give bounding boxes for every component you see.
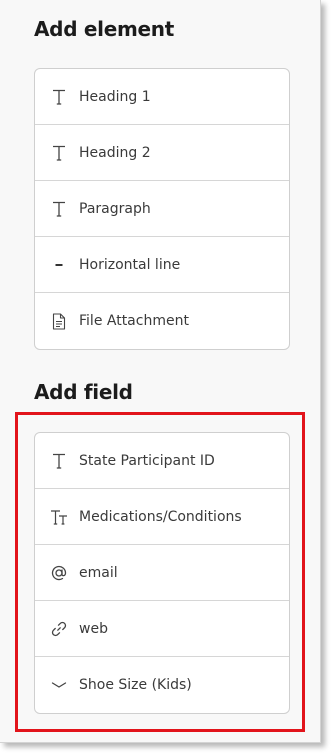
- link-icon: [50, 621, 68, 637]
- field-item-email[interactable]: email: [35, 545, 289, 601]
- field-item-label: email: [79, 564, 118, 581]
- at-sign-icon: [50, 564, 68, 582]
- field-item-shoe-size-kids[interactable]: Shoe Size (Kids): [35, 657, 289, 713]
- element-item-label: Heading 2: [79, 144, 151, 161]
- element-item-label: Paragraph: [79, 200, 151, 217]
- element-item-heading-2[interactable]: Heading 2: [35, 125, 289, 181]
- field-item-state-participant-id[interactable]: State Participant ID: [35, 433, 289, 489]
- field-item-label: Medications/Conditions: [79, 508, 242, 525]
- file-icon: [50, 312, 68, 330]
- add-field-list: State Participant ID Medications/Conditi…: [34, 432, 290, 714]
- element-item-label: Horizontal line: [79, 256, 181, 273]
- side-panel: Add element Heading 1 Heading 2 Paragrap…: [0, 0, 321, 743]
- field-item-medications-conditions[interactable]: Medications/Conditions: [35, 489, 289, 545]
- element-item-heading-1[interactable]: Heading 1: [35, 69, 289, 125]
- field-item-web[interactable]: web: [35, 601, 289, 657]
- chevron-down-icon: [50, 677, 68, 693]
- field-item-label: Shoe Size (Kids): [79, 677, 192, 693]
- element-item-label: File Attachment: [79, 313, 189, 329]
- field-item-label: State Participant ID: [79, 452, 215, 469]
- element-item-paragraph[interactable]: Paragraph: [35, 181, 289, 237]
- element-item-file-attachment[interactable]: File Attachment: [35, 293, 289, 349]
- horizontal-line-icon: [50, 257, 68, 273]
- text-type-icon: [50, 453, 68, 469]
- text-type-icon: [50, 145, 68, 161]
- add-element-list: Heading 1 Heading 2 Paragraph Horizontal…: [34, 68, 290, 350]
- field-item-label: web: [79, 620, 108, 637]
- add-field-heading: Add field: [34, 380, 133, 404]
- text-type-icon: [50, 89, 68, 105]
- element-item-horizontal-line[interactable]: Horizontal line: [35, 237, 289, 293]
- element-item-label: Heading 1: [79, 88, 151, 105]
- text-size-icon: [50, 509, 68, 525]
- text-type-icon: [50, 201, 68, 217]
- add-element-heading: Add element: [34, 17, 174, 41]
